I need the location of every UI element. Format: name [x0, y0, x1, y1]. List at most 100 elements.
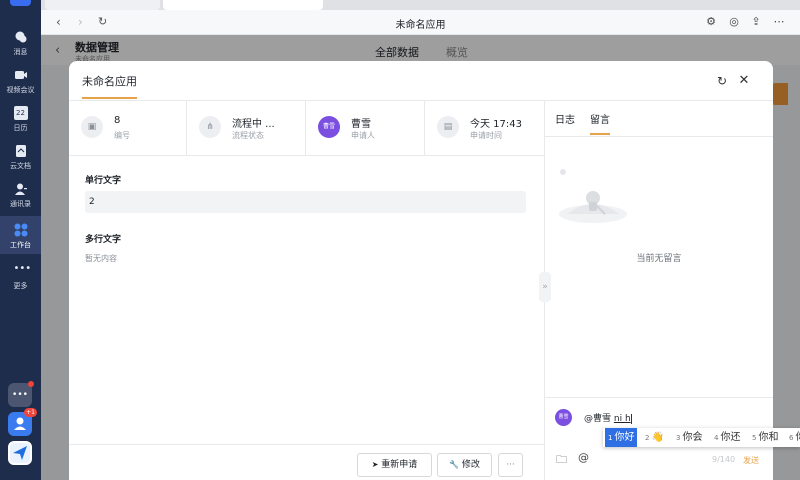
field-label-multi-line: 多行文字	[85, 235, 122, 245]
edit-button[interactable]: 🔧 修改	[437, 453, 492, 477]
compass-icon[interactable]: ◎	[728, 16, 740, 28]
ime-candidate[interactable]: 3 你会	[676, 428, 702, 447]
notification-dot	[28, 381, 34, 387]
candidate-text: 你	[795, 432, 800, 443]
id-icon: ▣	[81, 116, 103, 138]
info-flow-status[interactable]: ⋔ 流程中 ... 流程状态	[187, 101, 306, 156]
avatar: 曹雪	[318, 116, 340, 138]
app-more-button[interactable]: •••	[8, 381, 34, 407]
sidebar-item-label: 视频会议	[6, 86, 35, 94]
resubmit-label: 重新申请	[381, 460, 418, 470]
calendar-icon: 22	[13, 106, 28, 120]
sidebar-item-label: 工作台	[10, 241, 31, 249]
browser-tab-strip	[41, 0, 800, 10]
candidate-text: 你和	[758, 432, 779, 443]
modal-header: 未命名应用 ↻ ✕	[69, 61, 773, 101]
profile-button[interactable]: +1	[8, 408, 37, 436]
sidebar-item-calendar[interactable]: 22 日历	[0, 106, 41, 133]
candidate-index: 4	[714, 434, 719, 442]
candidate-index: 5	[752, 434, 757, 442]
sidebar-item-messages[interactable]: 消息	[0, 30, 41, 57]
field-value-single-line: 2	[85, 191, 526, 213]
empty-comments-illustration	[559, 169, 627, 223]
workbench-icon	[14, 223, 27, 237]
mention-text: @曹雪	[584, 414, 614, 424]
send-app-button[interactable]	[8, 441, 32, 465]
ime-candidate[interactable]: 6你	[789, 428, 800, 447]
mention-icon[interactable]: @	[578, 451, 589, 464]
robot-icon[interactable]: ⚙	[705, 16, 717, 28]
candidate-index: 1	[608, 434, 613, 442]
field-value-multi-line: 暂无内容	[85, 254, 117, 263]
tab-log[interactable]: 日志	[555, 111, 575, 133]
refresh-icon[interactable]: ↻	[715, 74, 729, 88]
sidebar-item-label: 消息	[13, 48, 28, 56]
ime-candidate[interactable]: 2 👋	[645, 428, 664, 447]
browser-toolbar: ‹ › ↻ 未命名应用 ⚙ ◎ ⇪ ⋯	[41, 10, 800, 35]
video-icon	[14, 71, 27, 79]
collapse-panel-handle[interactable]: »	[539, 272, 551, 302]
send-icon: ➤	[371, 460, 379, 469]
info-value: 今天 17:43	[470, 119, 522, 130]
sidebar-item-label: 云文档	[10, 162, 31, 170]
modal-footer: ➤ 重新申请 🔧 修改 ···	[69, 444, 544, 480]
info-value: 流程中 ...	[232, 119, 275, 130]
chat-icon	[15, 31, 26, 43]
tab-comments[interactable]: 留言	[590, 111, 610, 135]
ime-candidate[interactable]: 5 你和	[752, 428, 778, 447]
more-icon[interactable]: ⋯	[773, 16, 785, 28]
info-applicant: 曹雪 曹雪 申请人	[306, 101, 425, 156]
sidebar-item-label: 日历	[13, 124, 28, 132]
info-label: 申请时间	[470, 131, 502, 140]
wrench-icon: 🔧	[449, 460, 460, 469]
send-button[interactable]: 发送	[743, 455, 759, 466]
empty-comments-message: 当前无留言	[636, 254, 682, 264]
text-cursor	[630, 413, 632, 424]
info-label: 流程状态	[232, 131, 264, 140]
ime-composing-text: ni h	[613, 414, 631, 424]
app-sidebar: 消息 视频会议 22 日历 云文档 通讯录 工作台 ••• 更多 ••• +1	[0, 0, 41, 480]
app-logo	[10, 0, 31, 6]
sidebar-item-video[interactable]: 视频会议	[0, 68, 41, 95]
field-label-single-line: 单行文字	[85, 176, 122, 186]
sidebar-item-docs[interactable]: 云文档	[0, 144, 41, 171]
ime-candidate[interactable]: 4 你还	[714, 428, 740, 447]
sidebar-item-contacts[interactable]: 通讯录	[0, 182, 41, 209]
sidebar-item-label: 通讯录	[10, 200, 31, 208]
docs-icon	[15, 145, 26, 157]
browser-tab-active[interactable]	[163, 0, 323, 10]
candidate-text: 你会	[682, 432, 703, 443]
window-title: 未命名应用	[395, 20, 446, 31]
ime-candidate[interactable]: 1 你好	[605, 428, 638, 447]
candidate-index: 6	[789, 434, 794, 442]
more-icon: •••	[13, 263, 32, 274]
candidate-text: 你还	[720, 432, 741, 443]
record-info-bar: ▣ 8 编号 ⋔ 流程中 ... 流程状态 曹雪 曹雪 申请人 ▤ 今天 17:…	[69, 101, 544, 156]
candidate-text: 你好	[614, 432, 635, 443]
info-id: ▣ 8 编号	[69, 101, 187, 156]
info-label: 编号	[114, 131, 130, 140]
right-panel-tabs: 日志 留言	[545, 101, 773, 137]
candidate-index: 3	[676, 434, 681, 442]
profile-badge: +1	[24, 408, 37, 417]
modal-title: 未命名应用	[82, 73, 137, 99]
browser-tab[interactable]	[45, 0, 160, 10]
close-icon[interactable]: ✕	[737, 74, 751, 88]
char-count: 9/140	[712, 455, 736, 464]
info-value: 8	[114, 115, 121, 126]
sidebar-item-label: 更多	[13, 282, 28, 290]
paper-plane-icon	[13, 446, 27, 460]
flow-icon: ⋔	[199, 116, 221, 138]
contacts-icon	[14, 183, 27, 195]
folder-icon[interactable]: 🗀	[556, 451, 567, 470]
info-label: 申请人	[351, 131, 375, 140]
clock-icon: ▤	[437, 116, 459, 138]
candidate-text: 👋	[651, 432, 664, 443]
resubmit-button[interactable]: ➤ 重新申请	[357, 453, 432, 477]
comment-input[interactable]: @曹雪 ni h	[584, 411, 632, 424]
sidebar-item-workbench[interactable]: 工作台	[0, 216, 41, 254]
share-icon[interactable]: ⇪	[750, 16, 762, 28]
sidebar-item-more[interactable]: ••• 更多	[0, 264, 41, 291]
info-value: 曹雪	[351, 119, 371, 130]
more-actions-button[interactable]: ···	[498, 453, 523, 477]
